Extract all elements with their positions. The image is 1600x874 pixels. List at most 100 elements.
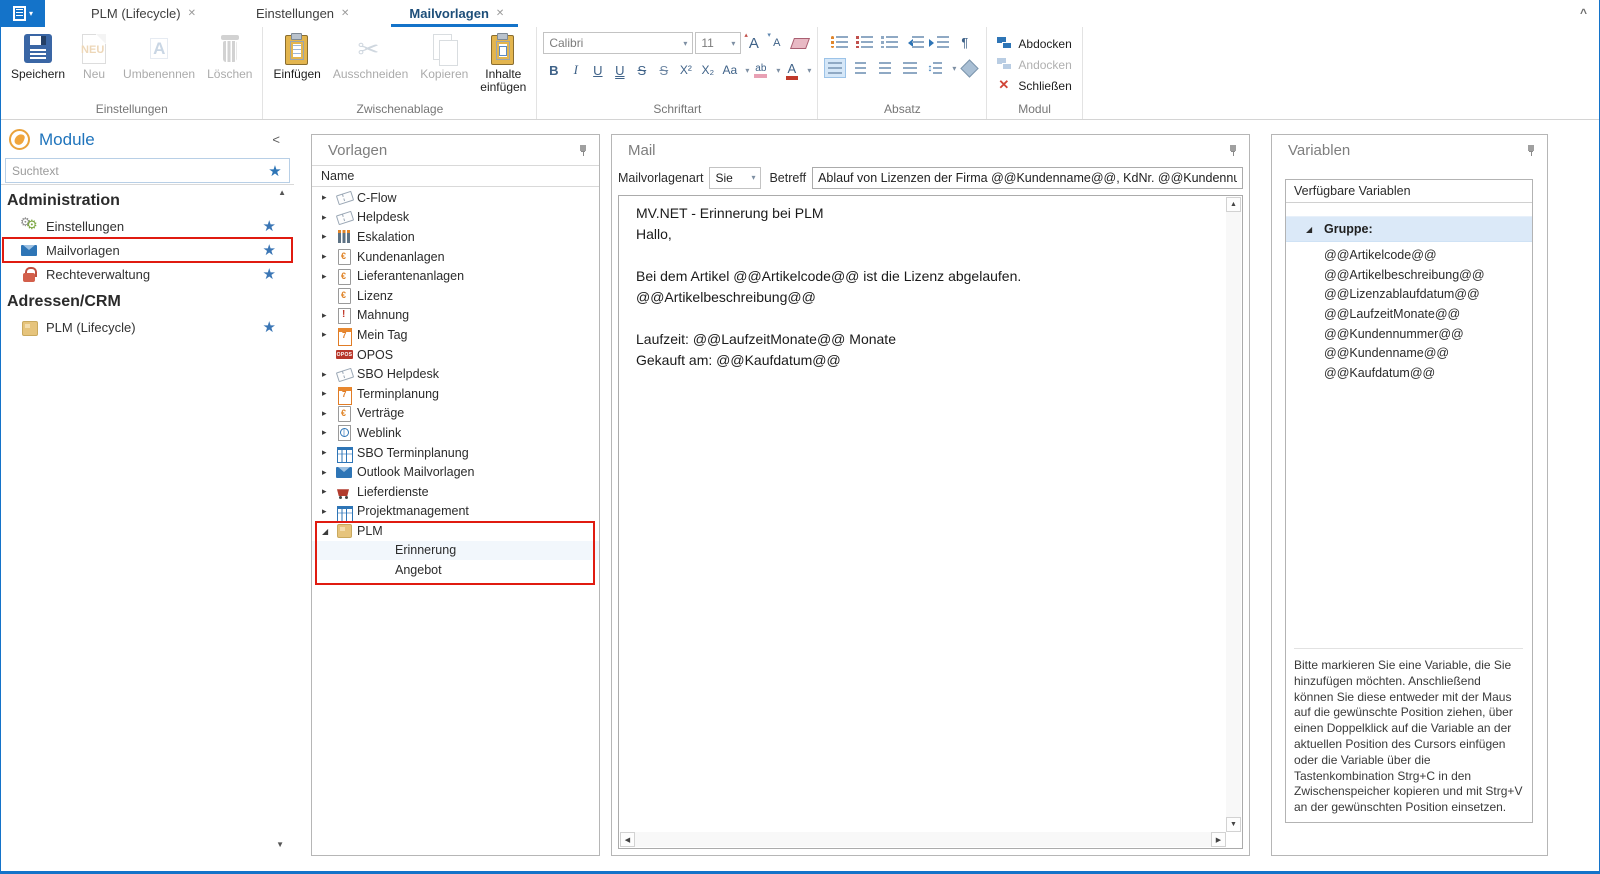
paste-special-button[interactable]: Inhalte einfügen xyxy=(474,29,532,95)
rename-button[interactable]: A Umbenennen xyxy=(117,29,201,82)
expander-icon[interactable] xyxy=(322,427,336,438)
favorite-star-icon[interactable]: ★ xyxy=(263,217,276,235)
vertical-scrollbar[interactable]: ▲ ▼ xyxy=(1226,197,1241,832)
subscript-button[interactable] xyxy=(697,60,718,80)
highlight-color-button[interactable] xyxy=(750,60,771,80)
tree-item[interactable]: Helpdesk xyxy=(312,208,599,228)
pin-icon[interactable] xyxy=(1525,144,1537,157)
variable-item[interactable]: @@Kaufdatum@@ xyxy=(1286,364,1532,384)
scroll-up-icon[interactable]: ▲ xyxy=(278,188,286,197)
expander-icon[interactable] xyxy=(322,212,336,223)
bullet-list-button[interactable] xyxy=(829,32,850,52)
close-module-button[interactable]: Schließen xyxy=(991,75,1077,96)
expander-icon[interactable] xyxy=(322,506,336,517)
scroll-left-icon[interactable]: ◀ xyxy=(620,832,635,847)
tree-item[interactable]: Lieferdienste xyxy=(312,482,599,502)
chevron-down-icon[interactable]: ▾ xyxy=(807,66,811,75)
delete-button[interactable]: Löschen xyxy=(201,29,258,82)
copy-button[interactable]: Kopieren xyxy=(414,29,474,82)
multilevel-list-button[interactable] xyxy=(879,32,900,52)
pin-icon[interactable] xyxy=(577,144,589,157)
sidebar-row[interactable]: Adressen/CRM ★ xyxy=(1,286,294,315)
chevron-down-icon[interactable]: ▾ xyxy=(776,66,780,75)
expander-icon[interactable] xyxy=(322,271,336,282)
mail-body-text[interactable]: MV.NET - Erinnerung bei PLMHallo,Bei dem… xyxy=(619,196,1226,832)
grow-font-button[interactable] xyxy=(743,33,764,53)
show-formatting-marks-button[interactable] xyxy=(954,32,975,52)
sidebar-row[interactable]: Administration ★ xyxy=(1,185,294,214)
align-right-button[interactable] xyxy=(874,58,896,78)
tree-item[interactable]: Lieferantenanlagen xyxy=(312,266,599,286)
tree-item[interactable]: Eskalation xyxy=(312,227,599,247)
expander-icon[interactable] xyxy=(322,486,336,497)
underline-button[interactable] xyxy=(587,60,608,80)
tree-item[interactable]: Projektmanagement xyxy=(312,502,599,522)
shrink-font-button[interactable] xyxy=(766,33,787,53)
tree-item[interactable]: Lizenz xyxy=(312,286,599,306)
chevron-down-icon[interactable]: ▾ xyxy=(952,64,956,73)
tree-item[interactable]: Outlook Mailvorlagen xyxy=(312,462,599,482)
scroll-up-icon[interactable]: ▲ xyxy=(1226,197,1241,212)
expander-icon[interactable] xyxy=(322,310,336,321)
variable-item[interactable]: @@Artikelcode@@ xyxy=(1286,246,1532,266)
tab-close-icon[interactable]: ✕ xyxy=(188,8,196,19)
tree-item[interactable]: Erinnerung xyxy=(312,541,599,561)
expander-icon[interactable] xyxy=(322,388,336,399)
variable-item[interactable]: @@Kundennummer@@ xyxy=(1286,325,1532,345)
variable-group-row[interactable]: Gruppe: xyxy=(1286,216,1532,242)
double-underline-button[interactable] xyxy=(609,60,630,80)
name-column-header[interactable]: Name xyxy=(312,165,599,187)
tab-close-icon[interactable]: ✕ xyxy=(496,8,504,19)
ribbon-collapse-button[interactable]: ^ xyxy=(1580,6,1587,20)
variable-item[interactable]: @@Kundenname@@ xyxy=(1286,344,1532,364)
scroll-down-icon[interactable]: ▼ xyxy=(276,840,284,849)
expander-icon[interactable] xyxy=(322,251,336,262)
chevron-down-icon[interactable]: ▾ xyxy=(745,66,749,75)
subject-input[interactable] xyxy=(812,167,1243,189)
sidebar-collapse-icon[interactable]: < xyxy=(272,132,280,147)
expander-icon[interactable] xyxy=(322,467,336,478)
favorite-star-icon[interactable]: ★ xyxy=(263,241,276,259)
favorite-star-icon[interactable]: ★ xyxy=(263,318,276,336)
sidebar-row[interactable]: Mailvorlagen ★ xyxy=(3,238,292,262)
justify-button[interactable] xyxy=(899,58,921,78)
shading-button[interactable] xyxy=(959,58,980,78)
app-menu-button[interactable]: ▾ xyxy=(1,0,45,27)
font-color-button[interactable] xyxy=(781,60,802,80)
tab-close-icon[interactable]: ✕ xyxy=(341,8,349,19)
font-family-select[interactable]: Calibri ▾ xyxy=(543,32,693,54)
search-input[interactable] xyxy=(6,164,261,178)
tree-item[interactable]: Angebot xyxy=(312,560,599,580)
paste-button[interactable]: Einfügen xyxy=(267,29,326,82)
increase-indent-button[interactable] xyxy=(929,32,950,52)
strikethrough-button[interactable] xyxy=(631,60,652,80)
tree-item[interactable]: Verträge xyxy=(312,404,599,424)
sidebar-row[interactable]: Rechteverwaltung ★ xyxy=(3,262,292,286)
sidebar-row[interactable]: Einstellungen ★ xyxy=(3,214,292,238)
variable-item[interactable]: @@LaufzeitMonate@@ xyxy=(1286,305,1532,325)
favorite-star-icon[interactable]: ★ xyxy=(263,265,276,283)
tree-item[interactable]: SBO Terminplanung xyxy=(312,443,599,463)
cut-button[interactable]: Ausschneiden xyxy=(327,29,414,82)
align-center-button[interactable] xyxy=(849,58,871,78)
favorites-filter-star-icon[interactable]: ★ xyxy=(261,162,289,180)
undock-button[interactable]: Abdocken xyxy=(991,33,1077,54)
tree-item[interactable]: PLM xyxy=(312,521,599,541)
numbered-list-button[interactable] xyxy=(854,32,875,52)
document-tab[interactable]: Einstellungen ✕ xyxy=(238,0,363,27)
expander-icon[interactable] xyxy=(322,192,336,203)
new-button[interactable]: NEU Neu xyxy=(71,29,117,82)
tree-item[interactable]: OPOS xyxy=(312,345,599,365)
scroll-right-icon[interactable]: ▶ xyxy=(1211,832,1226,847)
tree-item[interactable]: Mahnung xyxy=(312,306,599,326)
expander-icon[interactable] xyxy=(322,369,336,380)
expander-icon[interactable] xyxy=(322,329,336,340)
document-tab[interactable]: Mailvorlagen ✕ xyxy=(391,0,518,27)
tree-item[interactable]: Weblink xyxy=(312,423,599,443)
double-strikethrough-button[interactable] xyxy=(653,60,674,80)
superscript-button[interactable] xyxy=(675,60,696,80)
variable-item[interactable]: @@Lizenzablaufdatum@@ xyxy=(1286,285,1532,305)
italic-button[interactable] xyxy=(565,60,586,80)
save-button[interactable]: Speichern xyxy=(5,29,71,82)
font-size-select[interactable]: 11 ▾ xyxy=(695,32,741,54)
